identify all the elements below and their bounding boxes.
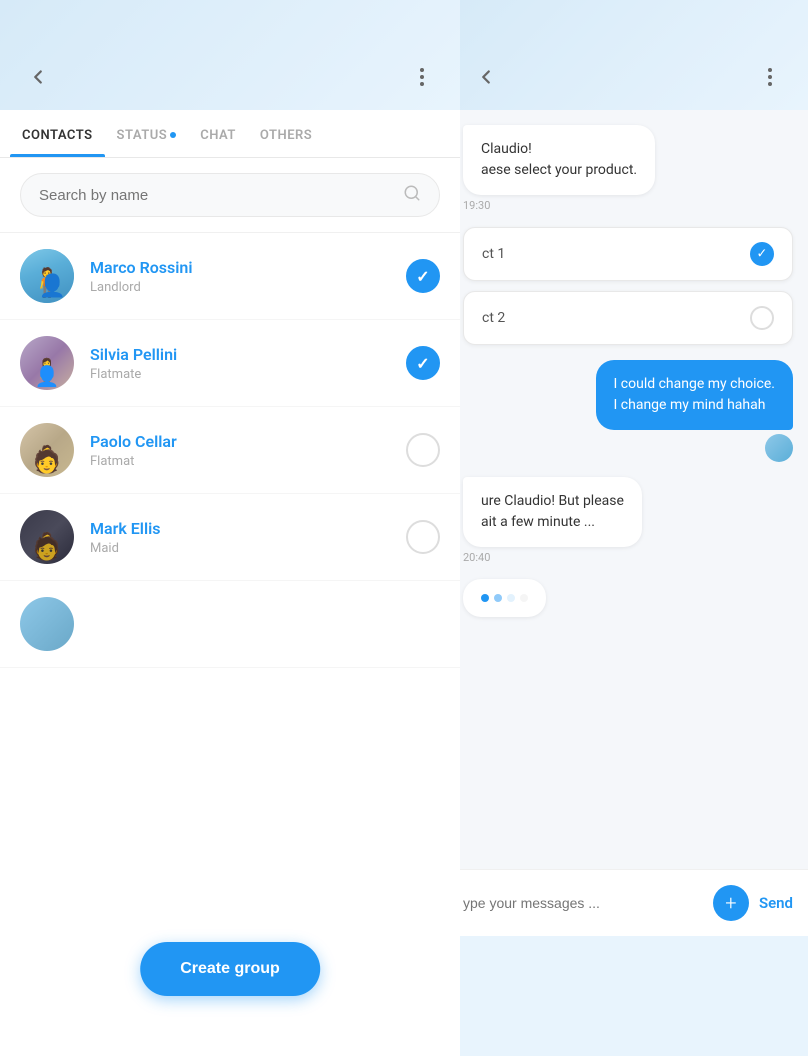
create-group-button[interactable]: Create group	[140, 942, 320, 996]
right-header	[448, 0, 808, 110]
select-marco[interactable]	[406, 259, 440, 293]
tab-contacts[interactable]: CONTACTS	[10, 110, 105, 157]
contact-name-paolo: Paolo Cellar	[90, 432, 406, 451]
message-text: I could change my choice.I change my min…	[614, 376, 775, 413]
avatar-paolo: 🧍	[20, 423, 74, 477]
message-sent-1: I could change my choice.I change my min…	[463, 360, 793, 462]
contact-item-marco[interactable]: 🧍 Marco Rossini Landlord	[0, 233, 460, 320]
contact-info-marco: Marco Rossini Landlord	[90, 258, 406, 295]
typing-dot-4	[520, 594, 528, 602]
option-radio-2[interactable]	[750, 306, 774, 330]
chat-input-area: + Send	[448, 869, 808, 936]
avatar-silvia: 🧍‍♀️	[20, 336, 74, 390]
avatar-marco: 🧍	[20, 249, 74, 303]
avatar-mark: 🧍	[20, 510, 74, 564]
contact-name-silvia: Silvia Pellini	[90, 345, 406, 364]
tab-status[interactable]: STATUS	[105, 110, 189, 157]
message-bubble: Claudio!aese select your product.	[463, 125, 655, 195]
chat-back-button[interactable]	[468, 59, 504, 95]
contact-info-mark: Mark Ellis Maid	[90, 519, 406, 556]
message-bubble: ure Claudio! But pleaseait a few minute …	[463, 477, 642, 547]
contact-item-silvia[interactable]: 🧍‍♀️ Silvia Pellini Flatmate	[0, 320, 460, 407]
select-silvia[interactable]	[406, 346, 440, 380]
contact-item-partial[interactable]	[0, 581, 460, 668]
right-panel: Claudio!aese select your product. 19:30 …	[448, 0, 808, 1056]
chat-messages: Claudio!aese select your product. 19:30 …	[448, 110, 808, 869]
avatar-image: 🧍	[31, 532, 63, 562]
message-bubble-sent: I could change my choice.I change my min…	[596, 360, 793, 430]
typing-dot-1	[481, 594, 489, 602]
contact-info-silvia: Silvia Pellini Flatmate	[90, 345, 406, 382]
contact-info-paolo: Paolo Cellar Flatmat	[90, 432, 406, 469]
search-icon	[403, 184, 421, 206]
more-options-button[interactable]	[404, 59, 440, 95]
message-time: 20:40	[463, 551, 490, 564]
contact-role-silvia: Flatmate	[90, 367, 406, 382]
chat-more-button[interactable]	[752, 59, 788, 95]
create-group-container: Create group	[140, 942, 320, 996]
left-panel: CONTACTS STATUS CHAT OTHERS	[0, 0, 460, 1056]
product-option-1[interactable]: ct 1	[463, 227, 793, 281]
typing-dot-3	[507, 594, 515, 602]
left-header	[0, 0, 460, 110]
message-received-2: ure Claudio! But pleaseait a few minute …	[463, 477, 793, 564]
typing-dot-2	[494, 594, 502, 602]
status-dot	[170, 132, 176, 138]
add-attachment-button[interactable]: +	[713, 885, 749, 921]
contact-role-marco: Landlord	[90, 280, 406, 295]
avatar-image: 🧍	[31, 445, 63, 475]
right-bottom-area	[448, 936, 808, 1056]
product-options: ct 1 ct 2	[463, 227, 793, 345]
contact-role-paolo: Flatmat	[90, 454, 406, 469]
search-input[interactable]	[39, 187, 393, 204]
contacts-list: 🧍 Marco Rossini Landlord 🧍‍♀️ Silvia Pel…	[0, 233, 460, 1056]
tab-bar: CONTACTS STATUS CHAT OTHERS	[0, 110, 460, 158]
message-text: ure Claudio! But pleaseait a few minute …	[481, 493, 624, 530]
select-paolo[interactable]	[406, 433, 440, 467]
contact-name-marco: Marco Rossini	[90, 258, 406, 277]
message-input[interactable]	[463, 895, 703, 911]
tab-chat[interactable]: CHAT	[188, 110, 248, 157]
contact-item-mark[interactable]: 🧍 Mark Ellis Maid	[0, 494, 460, 581]
select-mark[interactable]	[406, 520, 440, 554]
contact-name-mark: Mark Ellis	[90, 519, 406, 538]
sender-avatar-small	[765, 434, 793, 462]
option-label: ct 1	[482, 246, 505, 262]
typing-indicator	[463, 579, 546, 617]
back-button[interactable]	[20, 59, 56, 95]
message-received-1: Claudio!aese select your product. 19:30	[463, 125, 793, 212]
search-box	[20, 173, 440, 217]
avatar-image: 🧍	[30, 266, 65, 299]
product-option-2[interactable]: ct 2	[463, 291, 793, 345]
option-label: ct 2	[482, 310, 505, 326]
message-time: 19:30	[463, 199, 490, 212]
avatar-partial	[20, 597, 74, 651]
send-button[interactable]: Send	[759, 894, 793, 912]
tab-others[interactable]: OTHERS	[248, 110, 324, 157]
contact-item-paolo[interactable]: 🧍 Paolo Cellar Flatmat	[0, 407, 460, 494]
avatar-image: 🧍‍♀️	[31, 358, 63, 388]
contact-role-mark: Maid	[90, 541, 406, 556]
option-radio-1[interactable]	[750, 242, 774, 266]
search-container	[0, 158, 460, 233]
message-text: Claudio!aese select your product.	[481, 141, 637, 178]
